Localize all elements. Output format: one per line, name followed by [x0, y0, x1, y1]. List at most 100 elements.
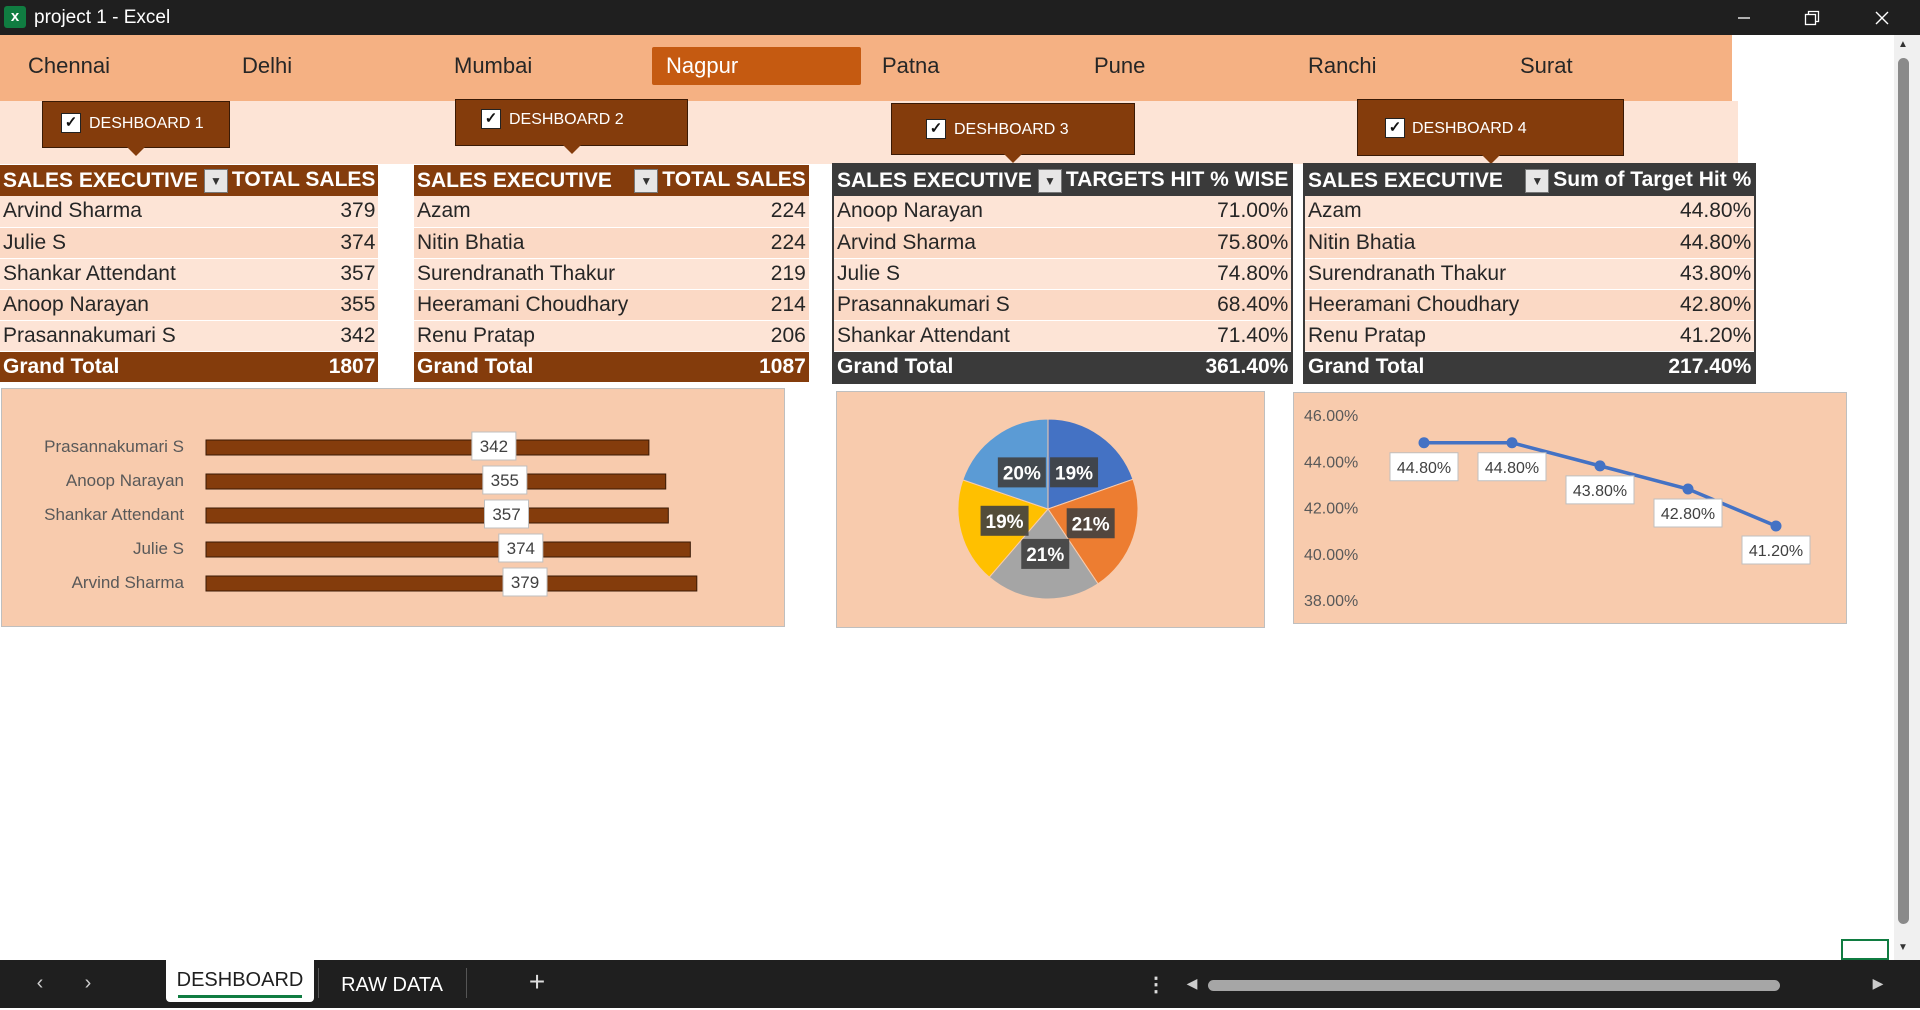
grand-total-label[interactable]: Grand Total — [1305, 351, 1523, 382]
row-label[interactable]: Renu Pratap — [1305, 320, 1523, 352]
restore-button[interactable] — [1782, 0, 1842, 35]
filter-icon[interactable]: ▼ — [1525, 168, 1550, 193]
sheet-tab-raw-data[interactable]: RAW DATA — [322, 960, 462, 1002]
row-value[interactable]: 75.80% — [1034, 227, 1292, 259]
bar[interactable] — [205, 507, 669, 524]
row-label[interactable]: Anoop Narayan — [0, 289, 201, 321]
row-value[interactable]: 74.80% — [1034, 258, 1292, 290]
active-cell[interactable] — [1841, 939, 1889, 960]
bar[interactable] — [205, 473, 667, 490]
row-label[interactable]: Surendranath Thakur — [414, 258, 632, 290]
grand-total-value[interactable]: 1807 — [200, 351, 379, 382]
grand-total-value[interactable]: 361.40% — [1034, 351, 1292, 382]
grand-total-value[interactable]: 217.40% — [1522, 351, 1755, 382]
grand-total-label[interactable]: Grand Total — [834, 351, 1035, 382]
sheet-tab-deshboard[interactable]: DESHBOARD — [166, 960, 314, 1002]
row-label[interactable]: Anoop Narayan — [834, 196, 1035, 228]
slicer-item-delhi[interactable]: Delhi — [228, 47, 408, 85]
scroll-right-icon[interactable]: ▶ — [1864, 975, 1892, 999]
row-label[interactable]: Shankar Attendant — [834, 320, 1035, 352]
checkbox-checked-icon[interactable]: ✓ — [481, 109, 501, 129]
y-tick-label: 44.00% — [1304, 454, 1358, 471]
filter-icon[interactable]: ▼ — [203, 168, 228, 193]
slicer-item-nagpur[interactable]: Nagpur — [652, 47, 861, 85]
row-value[interactable]: 41.20% — [1522, 320, 1755, 352]
grand-total-value[interactable]: 1087 — [631, 351, 809, 382]
row-label[interactable]: Heeramani Choudhary — [1305, 289, 1523, 321]
filter-icon[interactable]: ▼ — [634, 168, 659, 193]
row-value[interactable]: 42.80% — [1522, 289, 1755, 321]
vertical-scroll-thumb[interactable] — [1898, 58, 1909, 924]
scroll-up-icon[interactable]: ▲ — [1897, 39, 1909, 51]
row-value[interactable]: 43.80% — [1522, 258, 1755, 290]
slicer-item-pune[interactable]: Pune — [1080, 47, 1260, 85]
row-value[interactable]: 68.40% — [1034, 289, 1292, 321]
grand-total-label[interactable]: Grand Total — [414, 351, 632, 382]
row-label[interactable]: Prasannakumari S — [834, 289, 1035, 321]
bar[interactable] — [205, 541, 691, 558]
grand-total-label[interactable]: Grand Total — [0, 351, 201, 382]
row-label[interactable]: Azam — [1305, 196, 1523, 228]
slicer-item-chennai[interactable]: Chennai — [14, 47, 194, 85]
row-label[interactable]: Nitin Bhatia — [1305, 227, 1523, 259]
dashboard-3-button[interactable]: ✓ DESHBOARD 3 — [891, 103, 1135, 163]
row-value[interactable]: 224 — [631, 196, 809, 228]
row-value[interactable]: 44.80% — [1522, 227, 1755, 259]
row-label[interactable]: Prasannakumari S — [0, 320, 201, 352]
line-chart[interactable]: 46.00% 44.00% 42.00% 40.00% 38.00% 44.80% 44.8… — [1293, 392, 1847, 624]
row-value[interactable]: 71.00% — [1034, 196, 1292, 228]
row-value[interactable]: 357 — [200, 258, 379, 290]
bar-data-label: 342 — [480, 437, 508, 456]
minimize-button[interactable] — [1714, 0, 1774, 35]
bar[interactable] — [205, 575, 698, 592]
slicer-item-ranchi[interactable]: Ranchi — [1294, 47, 1474, 85]
dashboard-2-button[interactable]: ✓ DESHBOARD 2 — [455, 99, 688, 154]
bar-chart[interactable]: Prasannakumari S 342 Anoop Narayan 355 Shank… — [1, 388, 785, 627]
row-value[interactable]: 379 — [200, 196, 379, 228]
row-label[interactable]: Heeramani Choudhary — [414, 289, 632, 321]
row-value[interactable]: 355 — [200, 289, 379, 321]
slicer-item-mumbai[interactable]: Mumbai — [440, 47, 620, 85]
row-label[interactable]: Arvind Sharma — [0, 196, 201, 228]
bar[interactable] — [205, 439, 650, 456]
pie-data-label: 20% — [1003, 463, 1041, 484]
row-label[interactable]: Julie S — [834, 258, 1035, 290]
close-button[interactable] — [1852, 0, 1912, 35]
row-label[interactable]: Arvind Sharma — [834, 227, 1035, 259]
row-label[interactable]: Azam — [414, 196, 632, 228]
filter-icon[interactable]: ▼ — [1037, 168, 1062, 193]
row-value[interactable]: 219 — [631, 258, 809, 290]
dashboard-1-button[interactable]: ✓ DESHBOARD 1 — [42, 101, 230, 156]
line-point[interactable] — [1682, 483, 1694, 495]
scroll-left-icon[interactable]: ◀ — [1178, 975, 1206, 999]
dashboard-4-button[interactable]: ✓ DESHBOARD 4 — [1357, 99, 1624, 164]
row-label[interactable]: Julie S — [0, 227, 201, 259]
row-value[interactable]: 44.80% — [1522, 196, 1755, 228]
row-value[interactable]: 206 — [631, 320, 809, 352]
chevron-right-icon[interactable]: › — [74, 972, 102, 996]
row-value[interactable]: 214 — [631, 289, 809, 321]
pie-chart[interactable]: 19% 21% 21% 19% 20% — [836, 391, 1265, 628]
slicer-item-surat[interactable]: Surat — [1506, 47, 1686, 85]
scroll-down-icon[interactable]: ▼ — [1897, 942, 1909, 954]
checkbox-checked-icon[interactable]: ✓ — [61, 113, 81, 133]
line-point[interactable] — [1594, 460, 1606, 472]
horizontal-scroll-thumb[interactable] — [1208, 980, 1780, 991]
row-label[interactable]: Shankar Attendant — [0, 258, 201, 290]
line-point[interactable] — [1418, 437, 1430, 449]
line-point[interactable] — [1506, 437, 1518, 449]
row-value[interactable]: 374 — [200, 227, 379, 259]
checkbox-checked-icon[interactable]: ✓ — [926, 119, 946, 139]
row-label[interactable]: Nitin Bhatia — [414, 227, 632, 259]
row-value[interactable]: 224 — [631, 227, 809, 259]
add-sheet-button[interactable]: + — [522, 964, 552, 1000]
slicer-item-patna[interactable]: Patna — [868, 47, 1048, 85]
row-label[interactable]: Renu Pratap — [414, 320, 632, 352]
more-options-icon[interactable]: ⋮ — [1142, 972, 1170, 996]
line-point[interactable] — [1770, 520, 1782, 532]
chevron-left-icon[interactable]: ‹ — [26, 972, 54, 996]
row-label[interactable]: Surendranath Thakur — [1305, 258, 1523, 290]
row-value[interactable]: 71.40% — [1034, 320, 1292, 352]
checkbox-checked-icon[interactable]: ✓ — [1385, 118, 1405, 138]
row-value[interactable]: 342 — [200, 320, 379, 352]
